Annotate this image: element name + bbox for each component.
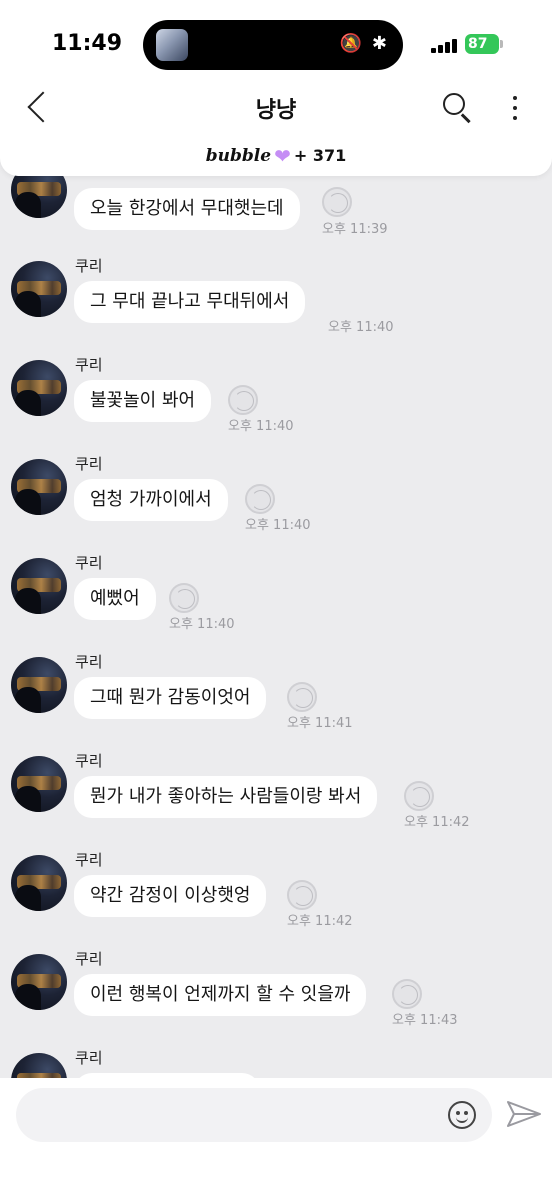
chat-screen: 오늘 한강에서 무대햇는데 오후 11:39 쿠리 그 무대 끝나고 무대뒤에서… [0, 0, 552, 1200]
message-item: 쿠리 뭔가 내가 좋아하는 사람들이랑 봐서 오후 11:42 [0, 752, 552, 853]
sender-name: 쿠리 [75, 554, 103, 572]
message-item: 쿠리 예뻤어 오후 11:40 [0, 554, 552, 655]
heart-icon: ❤ [274, 144, 291, 168]
avatar[interactable] [11, 756, 67, 812]
silent-bluetooth-icon: 🔕 ✱ [339, 33, 389, 54]
message-time: 오후 11:39 [322, 222, 388, 237]
message-item: 쿠리 불꽃놀이 봐어 오후 11:40 [0, 356, 552, 457]
reaction-icon[interactable] [228, 385, 258, 415]
sender-name: 쿠리 [75, 356, 103, 374]
message-time: 오후 11:42 [404, 815, 470, 830]
sender-name: 쿠리 [75, 653, 103, 671]
message-composer [0, 1078, 552, 1200]
reaction-icon[interactable] [404, 781, 434, 811]
message-item: 쿠리 [0, 1049, 552, 1078]
media-thumbnail [156, 29, 188, 61]
emoji-icon[interactable] [448, 1101, 476, 1129]
sender-name: 쿠리 [75, 752, 103, 770]
message-item: 쿠리 엄청 가까이에서 오후 11:40 [0, 455, 552, 556]
avatar[interactable] [11, 954, 67, 1010]
message-time: 오후 11:40 [228, 419, 294, 434]
reaction-icon[interactable] [322, 187, 352, 217]
message-time: 오후 11:41 [287, 716, 353, 731]
send-icon[interactable] [506, 1099, 542, 1129]
message-time: 오후 11:40 [328, 320, 394, 335]
battery-icon: 87 [465, 34, 499, 54]
battery-tip [500, 40, 503, 48]
avatar[interactable] [11, 360, 67, 416]
message-bubble[interactable]: 약간 감정이 이상햇엉 [74, 875, 267, 917]
message-bubble[interactable]: 예뻤어 [74, 578, 156, 620]
avatar[interactable] [11, 459, 67, 515]
message-item: 쿠리 그때 뭔가 감동이엇어 오후 11:41 [0, 653, 552, 754]
message-bubble[interactable]: 그때 뭔가 감동이엇어 [74, 677, 267, 719]
message-input[interactable] [16, 1088, 492, 1142]
message-time: 오후 11:40 [245, 518, 311, 533]
message-bubble[interactable]: 오늘 한강에서 무대햇는데 [74, 188, 300, 230]
reaction-icon[interactable] [245, 484, 275, 514]
message-item: 쿠리 이런 행복이 언제까지 할 수 잇을까 오후 11:43 [0, 950, 552, 1051]
subscriber-badge[interactable]: bubble ❤ + 371 [0, 144, 552, 168]
avatar[interactable] [11, 855, 67, 911]
status-time: 11:49 [52, 31, 123, 56]
avatar[interactable] [11, 657, 67, 713]
message-item: 쿠리 그 무대 끝나고 무대뒤에서 오후 11:40 [0, 257, 552, 358]
reaction-icon[interactable] [169, 583, 199, 613]
more-vertical-icon[interactable] [508, 94, 522, 122]
sender-name: 쿠리 [75, 1049, 103, 1067]
message-bubble[interactable]: 불꽃놀이 봐어 [74, 380, 212, 422]
search-icon[interactable] [443, 93, 473, 123]
sender-name: 쿠리 [75, 851, 103, 869]
sender-name: 쿠리 [75, 257, 103, 275]
message-bubble[interactable]: 이런 행복이 언제까지 할 수 잇을까 [74, 974, 367, 1016]
sender-name: 쿠리 [75, 950, 103, 968]
reaction-icon[interactable] [287, 880, 317, 910]
member-count: + 371 [293, 146, 347, 165]
message-bubble[interactable]: 엄청 가까이에서 [74, 479, 228, 521]
message-time: 오후 11:40 [169, 617, 235, 632]
avatar[interactable] [11, 558, 67, 614]
dynamic-island[interactable]: 🔕 ✱ [143, 20, 403, 70]
message-bubble[interactable]: 뭔가 내가 좋아하는 사람들이랑 봐서 [74, 776, 378, 818]
message-item: 쿠리 약간 감정이 이상햇엉 오후 11:42 [0, 851, 552, 952]
message-time: 오후 11:43 [392, 1013, 458, 1028]
signal-icon [431, 37, 459, 53]
chat-header: 11:49 🔕 ✱ 87 냥냥 bubble ❤ + 371 [0, 0, 552, 176]
sender-name: 쿠리 [75, 455, 103, 473]
bubble-logo: bubble [205, 146, 272, 166]
avatar[interactable] [11, 1053, 67, 1078]
reaction-icon[interactable] [287, 682, 317, 712]
message-time: 오후 11:42 [287, 914, 353, 929]
message-bubble[interactable]: 그 무대 끝나고 무대뒤에서 [74, 281, 306, 323]
avatar[interactable] [11, 261, 67, 317]
reaction-icon[interactable] [392, 979, 422, 1009]
